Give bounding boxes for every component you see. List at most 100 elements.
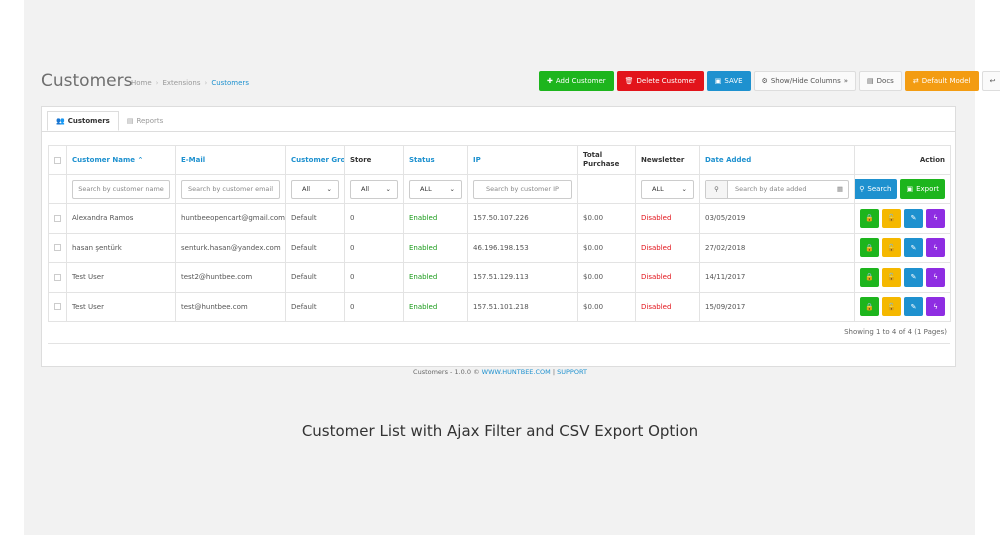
cell-ip: 157.51.129.113 (467, 262, 578, 293)
col-email[interactable]: E-Mail (175, 145, 286, 175)
cell-total: $0.00 (577, 203, 636, 234)
bolt-icon[interactable]: ϟ (926, 208, 945, 228)
ip-filter-input[interactable]: Search by customer IP (473, 179, 572, 199)
gears-icon: ⚙ (761, 77, 768, 85)
reply-icon: ↩ (989, 77, 996, 85)
col-newsletter: Newsletter (635, 145, 700, 175)
lock-icon[interactable]: 🔒 (860, 267, 879, 287)
cell-email: huntbeeopencart@gmail.com (175, 203, 286, 234)
col-store: Store (344, 145, 404, 175)
cell-email: senturk.hasan@yandex.com (175, 232, 286, 263)
breadcrumb-separator: › (155, 79, 159, 87)
row-checkbox[interactable] (48, 291, 67, 322)
cell-email: test@huntbee.com (175, 291, 286, 322)
cell-status: Enabled (403, 262, 468, 293)
unlock-icon[interactable]: 🔓 (882, 238, 901, 258)
cell-group: Default (285, 232, 345, 263)
chevron-down-icon: ⌄ (385, 185, 391, 193)
breadcrumb-home[interactable]: Home (131, 79, 152, 87)
show-hide-columns-button[interactable]: ⚙ Show/Hide Columns» (753, 71, 857, 91)
file-excel-icon: ▣ (906, 185, 914, 193)
pencil-icon[interactable]: ✎ (904, 208, 923, 228)
export-button[interactable]: ▣ Export (900, 179, 945, 199)
customer-table: Customer Name ⌃ E-Mail Customer Group St… (48, 145, 951, 322)
toolbar: ✚ Add Customer 🗑 Delete Customer ▣ SAVE ⚙ Sh… (539, 71, 1000, 91)
default-model-button[interactable]: ⇄ Default Model (904, 71, 979, 91)
col-customer-name[interactable]: Customer Name ⌃ (66, 145, 176, 175)
col-ip[interactable]: IP (467, 145, 578, 175)
book-icon: ▤ (867, 77, 874, 85)
delete-customer-button[interactable]: 🗑 Delete Customer (616, 71, 704, 91)
save-button[interactable]: ▣ SAVE (706, 71, 751, 91)
customers-panel: 👥 Customers ▤ Reports Customer Name ⌃ E-Ma… (41, 106, 956, 367)
tab-reports[interactable]: ▤ Reports (119, 111, 171, 131)
cell-newsletter: Disabled (635, 232, 700, 263)
search-icon: ⚲ (706, 180, 728, 198)
huntbee-link[interactable]: WWW.HUNTBEE.COM (482, 368, 551, 376)
row-checkbox[interactable] (48, 232, 67, 263)
col-date-added[interactable]: Date Added (699, 145, 855, 175)
unlock-icon[interactable]: 🔓 (882, 297, 901, 317)
pagination-info: Showing 1 to 4 of 4 (1 Pages) (844, 328, 947, 336)
bolt-icon[interactable]: ϟ (926, 267, 945, 287)
row-checkbox[interactable] (48, 262, 67, 293)
store-filter-select[interactable]: All ⌄ (350, 179, 398, 199)
lock-icon[interactable]: 🔒 (860, 238, 879, 258)
cell-store: 0 (344, 262, 404, 293)
unlock-icon[interactable]: 🔓 (882, 267, 901, 287)
row-checkbox[interactable] (48, 203, 67, 234)
cell-store: 0 (344, 203, 404, 234)
cell-ip: 157.51.101.218 (467, 291, 578, 322)
cell-group: Default (285, 262, 345, 293)
search-button[interactable]: ⚲ Search (855, 179, 898, 199)
docs-button[interactable]: ▤ Docs (859, 71, 902, 91)
breadcrumb-customers[interactable]: Customers (211, 79, 249, 87)
tab-customers[interactable]: 👥 Customers (47, 111, 119, 131)
cell-total: $0.00 (577, 232, 636, 263)
newsletter-filter-select[interactable]: ALL ⌄ (641, 179, 694, 199)
cell-status: Enabled (403, 291, 468, 322)
breadcrumb-separator: › (204, 79, 208, 87)
pencil-icon[interactable]: ✎ (904, 267, 923, 287)
exchange-icon: ⇄ (912, 77, 919, 85)
table-row: Test User test2@huntbee.com Default 0 En… (48, 262, 951, 293)
chevron-double-down-icon: » (843, 77, 849, 85)
tabs-divider (42, 131, 955, 132)
unlock-icon[interactable]: 🔓 (882, 208, 901, 228)
lock-icon[interactable]: 🔒 (860, 208, 879, 228)
calendar-icon[interactable]: ▦ (832, 185, 848, 193)
status-filter-select[interactable]: ALL ⌄ (409, 179, 462, 199)
table-footer-divider (48, 343, 950, 344)
bolt-icon[interactable]: ϟ (926, 238, 945, 258)
cell-name: Test User (66, 262, 176, 293)
pencil-icon[interactable]: ✎ (904, 238, 923, 258)
breadcrumb-extensions[interactable]: Extensions (162, 79, 200, 87)
name-filter-input[interactable]: Search by customer name (72, 179, 170, 199)
cell-group: Default (285, 291, 345, 322)
users-icon: 👥 (56, 117, 65, 125)
table-row: Alexandra Ramos huntbeeopencart@gmail.co… (48, 203, 951, 234)
add-customer-button[interactable]: ✚ Add Customer (539, 71, 614, 91)
cell-store: 0 (344, 291, 404, 322)
chevron-down-icon: ⌄ (449, 185, 455, 193)
col-action: Action (854, 145, 951, 175)
tab-bar: 👥 Customers ▤ Reports (47, 111, 171, 131)
pencil-icon[interactable]: ✎ (904, 297, 923, 317)
cell-name: Alexandra Ramos (66, 203, 176, 234)
list-icon: ▤ (126, 117, 134, 125)
lock-icon[interactable]: 🔒 (860, 297, 879, 317)
bolt-icon[interactable]: ϟ (926, 297, 945, 317)
support-link[interactable]: SUPPORT (557, 368, 587, 376)
col-customer-group[interactable]: Customer Group (285, 145, 345, 175)
email-filter-input[interactable]: Search by customer email (181, 179, 280, 199)
group-filter-select[interactable]: All ⌄ (291, 179, 339, 199)
cell-date: 15/09/2017 (699, 291, 855, 322)
date-filter-input[interactable]: ⚲ Search by date added ▦ (705, 179, 849, 199)
table-header-row: Customer Name ⌃ E-Mail Customer Group St… (48, 145, 951, 175)
cell-status: Enabled (403, 203, 468, 234)
page-footer: Customers - 1.0.0 © WWW.HUNTBEE.COM | SU… (413, 368, 587, 376)
col-status[interactable]: Status (403, 145, 468, 175)
trash-icon: 🗑 (624, 77, 634, 85)
select-all-checkbox[interactable] (48, 145, 67, 175)
back-button[interactable]: ↩ (981, 71, 1000, 91)
